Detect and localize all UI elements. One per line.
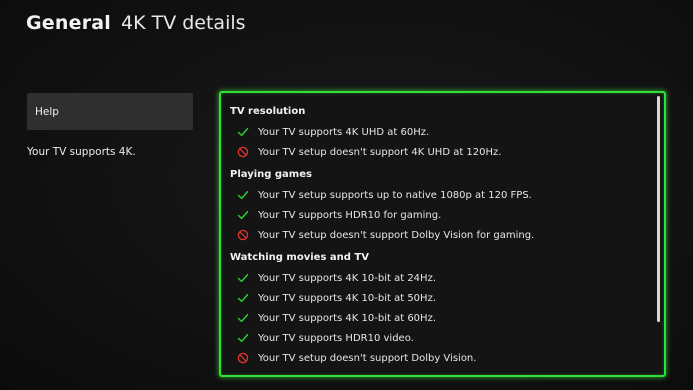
group-title: Watching movies and TV bbox=[230, 252, 369, 263]
group-title: TV resolution bbox=[230, 106, 306, 117]
details-panel[interactable]: TV resolution Your TV supports 4K UHD at … bbox=[219, 91, 666, 377]
support-summary: Your TV supports 4K. bbox=[27, 146, 136, 158]
details-item: Your TV supports 4K 10-bit at 60Hz. bbox=[230, 308, 650, 328]
help-button[interactable]: Help bbox=[27, 93, 193, 130]
help-button-label: Help bbox=[35, 105, 59, 118]
scrollbar[interactable] bbox=[657, 96, 660, 322]
blocked-icon bbox=[236, 351, 250, 365]
details-item-text: Your TV supports 4K 10-bit at 50Hz. bbox=[258, 292, 436, 304]
details-item: Your TV setup doesn't support 4K UHD at … bbox=[230, 142, 650, 162]
check-icon bbox=[236, 311, 250, 325]
check-icon bbox=[236, 271, 250, 285]
details-item-text: Your TV setup doesn't support Dolby Visi… bbox=[258, 229, 535, 241]
check-icon bbox=[236, 331, 250, 345]
section-title: General bbox=[26, 12, 111, 34]
details-item: Your TV supports 4K 10-bit at 50Hz. bbox=[230, 288, 650, 308]
group-title: Playing games bbox=[230, 169, 312, 180]
details-item-text: Your TV setup doesn't support Dolby Visi… bbox=[258, 352, 477, 364]
details-item-text: Your TV supports 4K UHD at 60Hz. bbox=[258, 126, 430, 138]
details-item: Your TV setup doesn't support Dolby Visi… bbox=[230, 348, 650, 368]
details-group: Playing games Your TV setup supports up t… bbox=[230, 168, 650, 245]
check-icon bbox=[236, 291, 250, 305]
details-item-text: Your TV supports 4K 10-bit at 60Hz. bbox=[258, 312, 436, 324]
details-item: Your TV supports HDR10 video. bbox=[230, 328, 650, 348]
details-item-text: Your TV setup doesn't support 4K UHD at … bbox=[258, 146, 502, 158]
details-item: Your TV setup supports up to native 1080… bbox=[230, 185, 650, 205]
page-header: General 4K TV details bbox=[26, 12, 246, 34]
details-group: TV resolution Your TV supports 4K UHD at … bbox=[230, 105, 650, 162]
details-item-text: Your TV supports HDR10 video. bbox=[258, 332, 414, 344]
details-item: Your TV supports HDR10 for gaming. bbox=[230, 205, 650, 225]
check-icon bbox=[236, 188, 250, 202]
details-item: Your TV supports 4K UHD at 60Hz. bbox=[230, 122, 650, 142]
details-item-text: Your TV supports HDR10 for gaming. bbox=[258, 209, 442, 221]
check-icon bbox=[236, 208, 250, 222]
details-item-text: Your TV supports 4K 10-bit at 24Hz. bbox=[258, 272, 436, 284]
screen: General 4K TV details Help Your TV suppo… bbox=[0, 0, 693, 390]
details-item-text: Your TV setup supports up to native 1080… bbox=[258, 189, 532, 201]
page-title: 4K TV details bbox=[121, 12, 246, 34]
details-list: TV resolution Your TV supports 4K UHD at … bbox=[230, 105, 650, 374]
details-item: Your TV supports 4K 10-bit at 24Hz. bbox=[230, 268, 650, 288]
details-item: Your TV setup doesn't support Dolby Visi… bbox=[230, 225, 650, 245]
details-group: Watching movies and TV Your TV supports 4… bbox=[230, 251, 650, 368]
blocked-icon bbox=[236, 145, 250, 159]
blocked-icon bbox=[236, 228, 250, 242]
check-icon bbox=[236, 125, 250, 139]
